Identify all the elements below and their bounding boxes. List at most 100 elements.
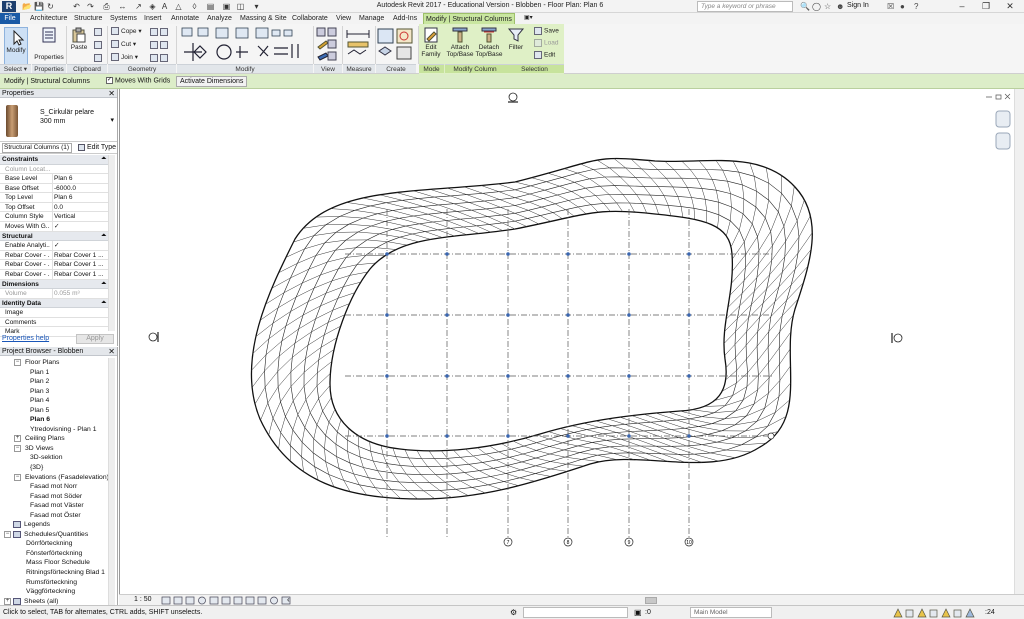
moves-with-grids-checkbox[interactable]: ✓ Moves With Grids: [106, 77, 170, 84]
tab-analyze[interactable]: Analyze: [205, 13, 234, 24]
property-value[interactable]: Rebar Cover 1 ...: [52, 260, 108, 269]
browser-item[interactable]: Plan 3: [0, 387, 108, 397]
browser-item[interactable]: Ytredovisning - Plan 1: [0, 425, 108, 435]
browser-item[interactable]: Plan 4: [0, 396, 108, 406]
properties-help-link[interactable]: Properties help: [2, 335, 49, 342]
browser-item[interactable]: Fasad mot Norr: [0, 482, 108, 492]
property-value[interactable]: Plan 6: [52, 193, 108, 202]
edit-selection-button[interactable]: Edit: [534, 51, 555, 59]
browser-item[interactable]: − Elevations (Fasadelevation): [0, 473, 109, 483]
expand-icon[interactable]: +: [4, 597, 11, 605]
browser-item[interactable]: − Floor Plans: [0, 358, 108, 368]
tab-modify-structural-columns[interactable]: Modify | Structural Columns: [423, 13, 515, 24]
property-row[interactable]: Rebar Cover - ... Rebar Cover 1 ...: [0, 250, 108, 261]
user-profile-icon[interactable]: ●: [900, 2, 905, 11]
close-icon[interactable]: ✕: [108, 347, 115, 356]
browser-item[interactable]: {3D}: [0, 463, 108, 473]
apply-button[interactable]: Apply: [76, 334, 114, 344]
user-icon[interactable]: ☻: [836, 2, 844, 11]
browser-item[interactable]: 3D-sektion: [0, 453, 108, 463]
browser-item[interactable]: Rumsförteckning: [0, 578, 108, 588]
tag-icon[interactable]: ◈: [148, 2, 157, 11]
section-icon[interactable]: ◊: [190, 2, 199, 11]
view-tools-icons[interactable]: [316, 27, 338, 61]
browser-item[interactable]: Plan 1: [0, 368, 108, 378]
copy-clip-icon[interactable]: [94, 41, 104, 49]
tab-structure[interactable]: Structure: [72, 13, 104, 24]
drawing-area[interactable]: 7 8 9 10: [119, 89, 1014, 594]
property-row[interactable]: Comments: [0, 318, 108, 328]
restore-icon[interactable]: ❐: [974, 0, 998, 13]
create-tools-icons[interactable]: [377, 27, 415, 63]
detach-top-base-button[interactable]: Detach Top/Base: [475, 27, 503, 58]
property-row[interactable]: Image: [0, 308, 108, 318]
panel-select-label[interactable]: Select ▾: [0, 64, 31, 73]
browser-item[interactable]: Fönsterförteckning: [0, 549, 108, 559]
measure-icon[interactable]: ↔: [118, 2, 127, 11]
property-value[interactable]: -6000.0: [52, 183, 108, 193]
collapse-icon[interactable]: −: [14, 444, 21, 452]
exchange-icon[interactable]: ☒: [887, 2, 894, 11]
property-row[interactable]: Rebar Cover - ... Rebar Cover 1 ...: [0, 260, 108, 270]
split-face-icon[interactable]: [150, 41, 170, 49]
collapse-icon[interactable]: −: [4, 530, 11, 538]
close-icon[interactable]: ✕: [998, 0, 1022, 13]
property-value[interactable]: Rebar Cover 1 ...: [52, 269, 108, 279]
search-input[interactable]: Type a keyword or phrase: [697, 1, 793, 12]
browser-item[interactable]: + Sheets (all): [0, 597, 108, 605]
browser-item[interactable]: −3D Views: [0, 444, 108, 454]
collapse-icon[interactable]: ⏶: [101, 232, 106, 241]
wall-join-icon[interactable]: [150, 28, 170, 36]
print-icon[interactable]: ⎙: [102, 2, 111, 11]
property-row[interactable]: Column Style Vertical: [0, 212, 108, 223]
tab-manage[interactable]: Manage: [357, 13, 386, 24]
property-value[interactable]: ✓: [52, 241, 108, 250]
scroll-left-icon[interactable]: ‹: [287, 595, 290, 604]
tab-view[interactable]: View: [334, 13, 353, 24]
customize-qat-icon[interactable]: ▾: [252, 2, 261, 11]
chevron-down-icon[interactable]: ▾: [110, 116, 114, 124]
cope-button[interactable]: Cope ▾: [111, 27, 142, 36]
tab-massing-site[interactable]: Massing & Site: [238, 13, 289, 24]
sync-icon[interactable]: ↻: [46, 2, 55, 11]
property-row[interactable]: Volume 0.055 m³: [0, 289, 108, 299]
modify-button[interactable]: Modify: [4, 27, 28, 65]
join-button[interactable]: Join ▾: [111, 53, 138, 62]
edit-type-button[interactable]: Edit Type: [78, 143, 116, 153]
browser-item[interactable]: Dörrförteckning: [0, 539, 108, 549]
property-row[interactable]: Enable Analyti... ✓: [0, 241, 108, 251]
browser-item[interactable]: Fasad mot Öster: [0, 511, 108, 521]
property-row[interactable]: Top Offset 0.0: [0, 202, 108, 213]
browser-item[interactable]: Väggförteckning: [0, 587, 108, 597]
edit-family-button[interactable]: Edit Family: [420, 27, 442, 58]
browser-item[interactable]: Plan 2: [0, 377, 108, 387]
collapse-icon[interactable]: ⏶: [101, 299, 106, 308]
subscription-icon[interactable]: ◯: [812, 2, 821, 11]
thin-lines-icon[interactable]: ▤: [206, 2, 215, 11]
property-row[interactable]: Column Locat...: [0, 165, 108, 175]
browser-item[interactable]: Fasad mot Väster: [0, 501, 108, 511]
browser-item[interactable]: Fasad mot Söder: [0, 492, 108, 502]
match-type-icon[interactable]: [94, 54, 104, 62]
close-hidden-icon[interactable]: ▣: [222, 2, 231, 11]
property-row[interactable]: Top Level Plan 6: [0, 193, 108, 203]
revit-logo[interactable]: R: [2, 1, 16, 12]
tab-annotate[interactable]: Annotate: [169, 13, 201, 24]
browser-item[interactable]: Ritningsförteckning Blad 1: [0, 568, 108, 578]
tab-architecture[interactable]: Architecture: [28, 13, 69, 24]
modify-tools-icons[interactable]: [180, 26, 310, 64]
browser-item[interactable]: Legends: [0, 520, 108, 530]
save-selection-button[interactable]: Save: [534, 27, 559, 35]
view-scale[interactable]: 1 : 50: [134, 596, 152, 603]
browser-item[interactable]: Plan 5: [0, 406, 108, 416]
measure-icon[interactable]: [345, 28, 371, 60]
favorites-icon[interactable]: ☆: [824, 2, 831, 11]
property-group-header[interactable]: Identity Data ⏶: [0, 298, 108, 309]
browser-item[interactable]: + Ceiling Plans: [0, 434, 108, 444]
tab-collaborate[interactable]: Collaborate: [290, 13, 330, 24]
design-option-select[interactable]: Main Model: [690, 607, 772, 618]
filter-button[interactable]: Filter: [506, 27, 526, 51]
switch-windows-icon[interactable]: ◫: [236, 2, 245, 11]
collapse-icon[interactable]: ⏶: [101, 280, 106, 289]
paste-button[interactable]: Paste: [68, 27, 90, 51]
